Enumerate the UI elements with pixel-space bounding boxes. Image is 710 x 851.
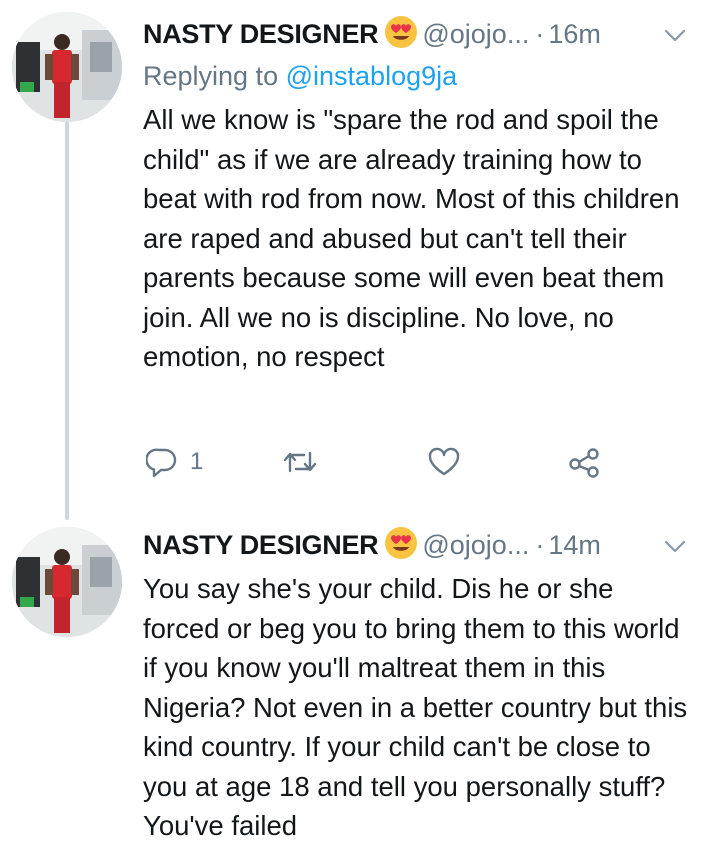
author-handle[interactable]: @ojojo... [422,530,529,560]
reply-count: 1 [190,448,204,475]
tweet-text: You say she's your child. Dis he or she … [143,573,688,841]
tweet-header: NASTY DESIGNER @ojojo... · 16m [143,14,690,54]
timestamp[interactable]: 16m [548,19,601,49]
author-name[interactable]: NASTY DESIGNER [143,530,379,560]
author-name[interactable]: NASTY DESIGNER [143,19,379,49]
heart-eyes-emoji-icon [385,16,418,48]
avatar[interactable] [12,527,122,637]
replying-to: Replying to @instablog9ja [143,56,690,96]
author-handle[interactable]: @ojojo... [422,19,529,49]
separator-dot: · [535,530,545,560]
share-button[interactable] [567,442,601,482]
replying-to-label: Replying to [143,61,279,91]
chevron-down-icon[interactable] [660,531,690,561]
tweet-header: NASTY DESIGNER @ojojo... · 14m [143,525,690,565]
tweet-actions: 1 [146,442,626,482]
retweet-button[interactable] [282,442,318,482]
tweet-text: All we know is "spare the rod and spoil … [143,104,680,372]
share-icon [569,448,599,478]
reply-button[interactable]: 1 [146,442,203,482]
thread-connector-line [65,118,69,520]
replying-to-handle-link[interactable]: @instablog9ja [286,61,458,91]
chevron-down-icon[interactable] [660,20,690,50]
timestamp[interactable]: 14m [548,530,601,560]
avatar[interactable] [12,12,122,122]
separator-dot: · [535,19,545,49]
like-button[interactable] [427,442,461,482]
like-icon [428,447,460,476]
reply-icon [146,448,177,478]
heart-eyes-emoji-icon [385,527,418,559]
retweet-icon [283,451,317,473]
